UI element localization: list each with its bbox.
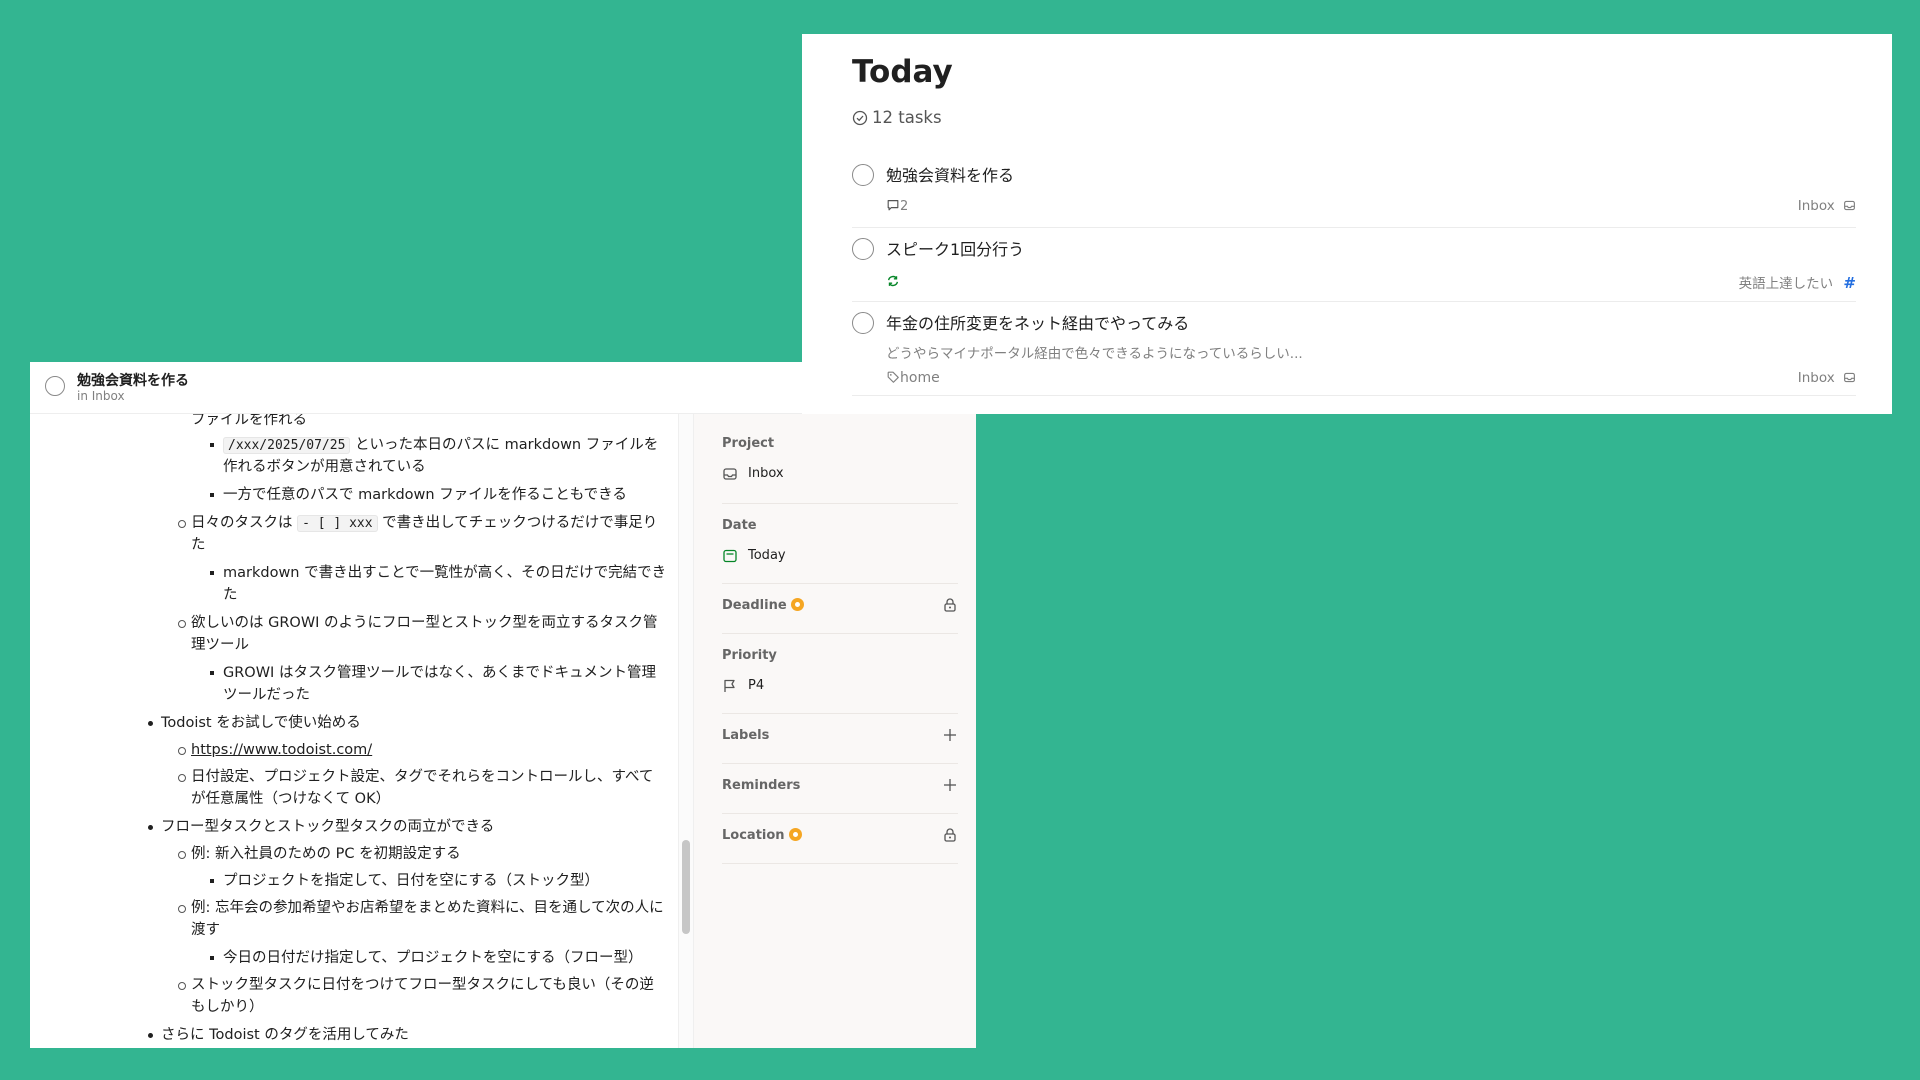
note-line: もしかり） — [191, 999, 264, 1015]
note-line: 渡す — [191, 922, 220, 938]
note-line: 作れるボタンが用意されている — [223, 459, 426, 475]
calendar-today-icon — [723, 549, 737, 563]
task-description[interactable]: ファイルを作れる /xxx/2025/07/25 といった本日のパスに mark… — [30, 414, 678, 1048]
task-project[interactable]: Inbox — [1798, 198, 1856, 214]
priority-field[interactable]: Priority P4 — [722, 634, 958, 714]
upgrade-badge-icon — [790, 598, 804, 611]
inbox-icon — [1844, 372, 1855, 383]
note-list-item: markdown で書き出すことで一覧性が高く、その日だけで完結でき — [209, 562, 666, 585]
comment-count: 2 — [886, 198, 908, 214]
note-line: た — [191, 537, 206, 553]
note-list-item: 例: 忘年会の参加希望やお店希望をまとめた資料に、目を通して次の人に — [178, 897, 664, 920]
task-name[interactable]: 勉強会資料を作る — [886, 162, 1014, 186]
check-circle-icon — [852, 110, 868, 126]
note-text: 日々のタスクは — [191, 515, 298, 531]
inline-code: /xxx/2025/07/25 — [223, 437, 351, 454]
task-checkbox[interactable] — [852, 238, 874, 260]
note-list-item: 例: 新入社員のための PC を初期設定する — [178, 843, 461, 866]
reminders-label: Reminders — [722, 778, 801, 793]
comment-count-text: 2 — [900, 199, 909, 214]
task-project[interactable]: 英語上達したい # — [1739, 272, 1856, 292]
location-field[interactable]: Location — [722, 814, 958, 864]
note-list-item: プロジェクトを指定して、日付を空にする（ストック型） — [210, 870, 599, 893]
notes-scrollbar-thumb[interactable] — [682, 840, 690, 934]
add-label-icon[interactable] — [942, 727, 958, 743]
note-list-item: 日々のタスクは - [ ] xxx で書き出してチェックつけるだけで事足り — [177, 512, 658, 536]
inbox-icon — [723, 468, 737, 480]
note-list-item: GROWI はタスク管理ツールではなく、あくまでドキュメント管理 — [210, 662, 656, 685]
comment-icon — [887, 200, 899, 211]
upgrade-badge-icon — [788, 828, 802, 841]
label-name: home — [900, 370, 940, 386]
task-project[interactable]: Inbox — [1798, 370, 1856, 386]
today-view: Today 12 tasks 勉強会資料を作る 2 Inbox スピーク1回分行… — [802, 34, 1892, 414]
inline-code: - [ ] xxx — [297, 515, 378, 532]
note-list-item: /xxx/2025/07/25 といった本日のパスに markdown ファイル… — [209, 434, 659, 458]
note-list-item: さらに Todoist のタグを活用してみた — [148, 1024, 409, 1047]
lock-icon — [944, 598, 956, 612]
deadline-label: Deadline — [722, 598, 804, 613]
note-line: が任意属性（つけなくて OK） — [191, 791, 391, 807]
project-name: Inbox — [1797, 198, 1835, 214]
lock-icon — [944, 828, 956, 842]
labels-label: Labels — [722, 728, 770, 743]
note-list-item: https://www.todoist.com/ — [177, 739, 372, 762]
flag-icon — [724, 679, 735, 692]
project-label: Project — [722, 436, 775, 451]
inbox-icon — [1844, 200, 1855, 211]
note-list-item: 日付設定、プロジェクト設定、タグでそれらをコントロールし、すべて — [177, 766, 653, 789]
note-list-item: 欲しいのは GROWI のようにフロー型とストック型を両立するタスク管 — [178, 612, 658, 635]
note-list-item: 今日の日付だけ指定して、プロジェクトを空にする（フロー型） — [209, 947, 642, 970]
task-name[interactable]: 年金の住所変更をネット経由でやってみる — [886, 310, 1189, 334]
task-count-text: 12 tasks — [872, 108, 942, 127]
task-label[interactable]: home — [886, 370, 940, 386]
task-detail-panel: 勉強会資料を作る in Inbox ファイルを作れる /xxx/2025/07/… — [30, 362, 976, 1048]
task-checkbox[interactable] — [852, 312, 874, 334]
date-field[interactable]: Date Today — [722, 504, 958, 584]
note-text: といった本日のパスに markdown ファイルを — [350, 437, 659, 453]
task-name[interactable]: スピーク1回分行う — [886, 236, 1024, 260]
page-title: Today — [852, 54, 953, 90]
date-value[interactable]: Today — [748, 548, 786, 563]
note-line: 理ツール — [191, 637, 249, 653]
note-list-item: ストック型タスクに日付をつけてフロー型タスクにしても良い（その逆 — [178, 974, 654, 997]
hash-icon: # — [1843, 274, 1856, 292]
deadline-field[interactable]: Deadline — [722, 584, 958, 634]
date-label: Date — [722, 518, 757, 533]
note-text: で書き出してチェックつけるだけで事足り — [377, 515, 658, 531]
recurring-icon — [887, 275, 899, 287]
note-line: た — [223, 587, 238, 603]
project-value[interactable]: Inbox — [748, 466, 784, 481]
task-description-preview: どうやらマイナポータル経由で色々できるようになっているらしい... — [886, 346, 1303, 362]
priority-value[interactable]: P4 — [748, 678, 764, 693]
complete-task-checkbox[interactable] — [45, 376, 65, 396]
location-label: Location — [722, 828, 802, 843]
deadline-label-text: Deadline — [722, 598, 787, 613]
task-attributes-sidebar: Project Inbox Date Today Deadline Priori… — [694, 414, 976, 1048]
note-list-item: フロー型タスクとストック型タスクの両立ができる — [147, 816, 494, 839]
labels-field[interactable]: Labels — [722, 714, 958, 764]
task-count: 12 tasks — [852, 108, 942, 127]
note-line: ツールだった — [223, 687, 310, 703]
reminders-field[interactable]: Reminders — [722, 764, 958, 814]
todoist-link[interactable]: https://www.todoist.com/ — [191, 742, 372, 758]
project-name: 英語上達したい — [1738, 276, 1834, 292]
note-list-item: Todoist をお試しで使い始める — [148, 712, 361, 735]
note-line: ファイルを作れる — [191, 414, 307, 428]
project-name: Inbox — [1797, 370, 1835, 386]
task-item[interactable]: 勉強会資料を作る 2 Inbox — [852, 154, 1856, 228]
notes-scrollbar[interactable] — [678, 414, 694, 1048]
note-list-item: 一方で任意のパスで markdown ファイルを作ることもできる — [210, 484, 627, 507]
project-field[interactable]: Project Inbox — [722, 428, 958, 504]
location-label-text: Location — [722, 828, 785, 843]
task-checkbox[interactable] — [852, 164, 874, 186]
task-detail-title[interactable]: 勉強会資料を作る — [77, 370, 189, 390]
tag-icon — [887, 371, 899, 383]
task-item[interactable]: 年金の住所変更をネット経由でやってみる どうやらマイナポータル経由で色々できるよ… — [852, 302, 1856, 396]
add-reminder-icon[interactable] — [942, 777, 958, 793]
task-detail-project[interactable]: in Inbox — [77, 389, 125, 403]
task-item[interactable]: スピーク1回分行う 英語上達したい # — [852, 228, 1856, 302]
priority-label: Priority — [722, 648, 777, 663]
